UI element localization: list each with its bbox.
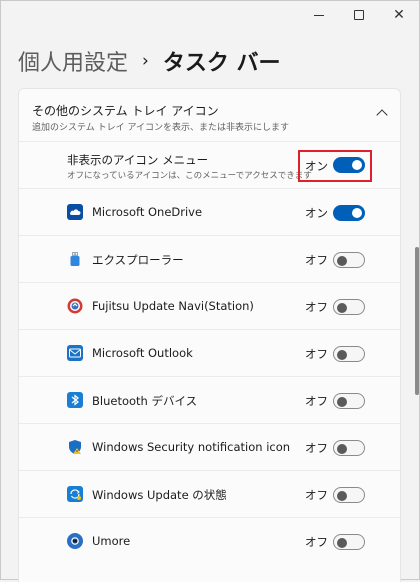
breadcrumb-separator-icon: ›	[142, 51, 149, 71]
tray-item-label: Bluetooth デバイス	[92, 394, 198, 408]
bluetooth-icon	[67, 392, 83, 408]
tray-item-state-label: オフ	[305, 347, 328, 361]
bluetooth-toggle[interactable]	[333, 393, 365, 409]
scrollbar-thumb[interactable]	[415, 247, 419, 395]
close-button[interactable]: ✕	[379, 1, 419, 29]
windows-security-icon	[67, 439, 83, 455]
section-header[interactable]: その他のシステム トレイ アイコン 追加のシステム トレイ アイコンを表示、また…	[19, 89, 400, 142]
title-bar: ✕	[1, 1, 419, 31]
chevron-up-icon[interactable]	[376, 109, 388, 121]
minimize-button[interactable]	[299, 1, 339, 29]
fujitsu-update-icon	[67, 298, 83, 314]
tray-item-state-label: オフ	[305, 488, 328, 502]
tray-item-label: Windows Update の状態	[92, 488, 227, 502]
maximize-button[interactable]	[339, 1, 379, 29]
tray-item-row: Windows Security notification icon オフ	[19, 423, 400, 471]
onedrive-icon	[67, 204, 83, 220]
umore-icon	[67, 533, 83, 549]
windows-security-toggle[interactable]	[333, 440, 365, 456]
tray-item-state-label: オフ	[305, 300, 328, 314]
minimize-icon	[314, 14, 324, 16]
close-icon: ✕	[393, 7, 405, 23]
tray-item-row: Microsoft Outlook オフ	[19, 329, 400, 377]
tray-item-state-label: オフ	[305, 441, 328, 455]
fujitsu-toggle[interactable]	[333, 299, 365, 315]
tray-item-label: エクスプローラー	[92, 253, 184, 267]
section-subtitle: 追加のシステム トレイ アイコンを表示、または非表示にします	[32, 123, 290, 133]
usb-drive-icon	[67, 251, 83, 267]
tray-item-state-label: オフ	[305, 394, 328, 408]
highlight-box	[298, 150, 372, 182]
tray-item-row: Bluetooth デバイス オフ	[19, 376, 400, 424]
explorer-toggle[interactable]	[333, 252, 365, 268]
tray-item-state-label: オフ	[305, 253, 328, 267]
breadcrumb: 個人用設定 › タスク バー	[18, 45, 281, 77]
tray-item-label: Umore	[92, 534, 131, 548]
windows-update-icon	[67, 486, 83, 502]
windows-update-toggle[interactable]	[333, 487, 365, 503]
onedrive-toggle[interactable]	[333, 205, 365, 221]
outlook-toggle[interactable]	[333, 346, 365, 362]
tray-item-row: エクスプローラー オフ	[19, 235, 400, 283]
outlook-icon	[67, 345, 83, 361]
tray-item-label: Fujitsu Update Navi(Station)	[92, 299, 254, 313]
hidden-menu-label: 非表示のアイコン メニュー	[67, 153, 209, 167]
maximize-icon	[354, 10, 364, 20]
section-title: その他のシステム トレイ アイコン	[32, 104, 219, 118]
tray-item-state-label: オフ	[305, 535, 328, 549]
system-tray-icons-panel: その他のシステム トレイ アイコン 追加のシステム トレイ アイコンを表示、また…	[18, 88, 401, 582]
tray-item-row: Fujitsu Update Navi(Station) オフ	[19, 282, 400, 330]
breadcrumb-parent[interactable]: 個人用設定	[18, 45, 128, 77]
hidden-menu-description: オフになっているアイコンは、このメニューでアクセスできます	[67, 171, 312, 181]
tray-item-row: Windows Update の状態 オフ	[19, 470, 400, 518]
tray-item-row: Umore オフ	[19, 517, 400, 565]
settings-window: ✕ 個人用設定 › タスク バー その他のシステム トレイ アイコン 追加のシス…	[0, 0, 420, 582]
tray-item-row: Microsoft OneDrive オン	[19, 188, 400, 236]
umore-toggle[interactable]	[333, 534, 365, 550]
page-title: タスク バー	[162, 51, 281, 76]
tray-item-state-label: オン	[305, 206, 328, 220]
tray-item-label: Windows Security notification icon	[92, 440, 291, 454]
tray-item-label: Microsoft Outlook	[92, 346, 193, 360]
tray-item-label: Microsoft OneDrive	[92, 205, 203, 219]
